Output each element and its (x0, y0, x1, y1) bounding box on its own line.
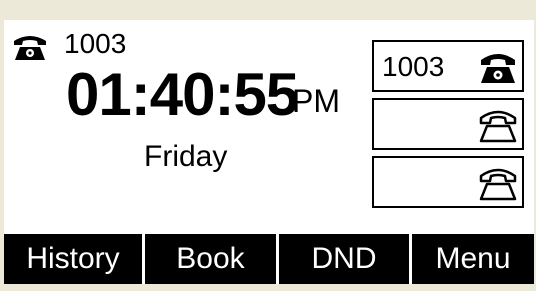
phone-handset-outline-icon (479, 168, 517, 201)
phone-handset-outline-icon (479, 110, 517, 143)
softkey-dnd[interactable]: DND (279, 234, 409, 284)
line-key-label: 1003 (382, 51, 445, 82)
softkey-history[interactable]: History (4, 234, 142, 284)
line-key-1[interactable]: 1003 (372, 40, 524, 92)
clock-ampm: PM (292, 83, 340, 119)
clock-time: 01:40:55 (66, 61, 299, 128)
softkey-bar: History Book DND Menu (4, 234, 534, 284)
account-number: 1003 (64, 28, 127, 59)
phone-lcd-screen: 1003 01:40:55 PM Friday 1003 History Boo… (4, 20, 534, 284)
line-key-3[interactable] (372, 156, 524, 208)
clock-day: Friday (144, 140, 228, 173)
line-key-2[interactable] (372, 98, 524, 150)
phone-handset-icon (14, 36, 46, 60)
softkey-book[interactable]: Book (145, 234, 276, 284)
phone-handset-filled-icon (481, 54, 515, 83)
softkey-menu[interactable]: Menu (412, 234, 534, 284)
